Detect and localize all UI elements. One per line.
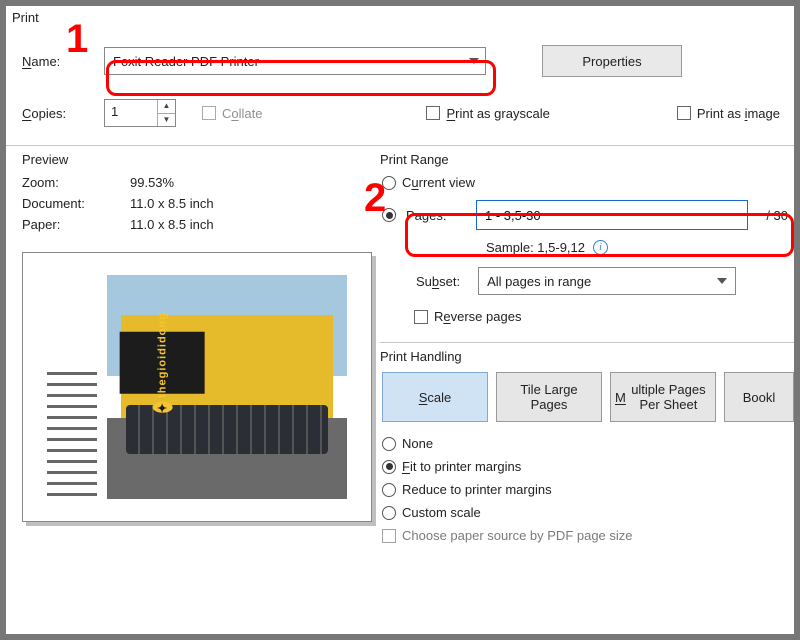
copies-down-icon[interactable]: ▼ (158, 114, 175, 127)
scale-reduce-radio[interactable]: Reduce to printer margins (382, 482, 794, 497)
grayscale-checkbox[interactable]: Print as grayscale Print as grayscale (426, 106, 549, 121)
brand-sign: ✦thegioididong (120, 331, 205, 393)
scale-custom-radio[interactable]: Custom scale (382, 505, 794, 520)
tab-scale[interactable]: ScaleScale (382, 372, 488, 422)
print-as-image-checkbox[interactable]: Print as image Print as image (677, 106, 780, 121)
paper-source-checkbox[interactable]: Choose paper source by PDF page size (382, 528, 794, 543)
print-preview: ✦thegioididong (22, 252, 372, 522)
tab-tile[interactable]: Tile Large Pages (496, 372, 602, 422)
info-icon[interactable]: i (593, 240, 608, 255)
preview-title: Preview (22, 152, 372, 167)
printer-select-value: Foxit Reader PDF Printer (113, 54, 259, 69)
document-value: 11.0 x 8.5 inch (130, 196, 214, 211)
collate-checkbox: Collate Collate (202, 106, 262, 121)
scale-fit-radio[interactable]: Fit to printer margins Fit to printer ma… (382, 459, 794, 474)
print-handling-title: Print Handling (380, 349, 794, 364)
callout-number-2: 2 (364, 178, 386, 218)
radio-icon (382, 437, 396, 451)
subset-select[interactable]: All pages in range (478, 267, 736, 295)
reverse-pages-checkbox[interactable]: Reverse pages Reverse pages (414, 309, 794, 324)
checkbox-icon (202, 106, 216, 120)
copies-up-icon[interactable]: ▲ (158, 100, 175, 114)
sample-text: Sample: 1,5-9,12 (486, 240, 585, 255)
printer-select[interactable]: Foxit Reader PDF Printer (104, 47, 486, 75)
current-view-radio[interactable]: Current view Current view (382, 175, 794, 190)
callout-number-1: 1 (66, 19, 88, 59)
print-range-title: Print Range (380, 152, 794, 167)
checkbox-icon (414, 310, 428, 324)
document-label: Document: (22, 196, 130, 211)
properties-button[interactable]: Properties (542, 45, 682, 77)
copies-value[interactable]: 1 (105, 100, 157, 126)
total-pages: / 30 (766, 208, 788, 223)
paper-value: 11.0 x 8.5 inch (130, 217, 214, 232)
paper-label: Paper: (22, 217, 130, 232)
radio-icon (382, 506, 396, 520)
scale-none-radio[interactable]: None (382, 436, 794, 451)
checkbox-icon (382, 529, 396, 543)
copies-label: Copies: (22, 106, 80, 121)
subset-label: Subset: (416, 274, 460, 289)
copies-input[interactable]: 1 ▲ ▼ (104, 99, 176, 127)
checkbox-icon (426, 106, 440, 120)
chevron-down-icon (469, 58, 479, 64)
zoom-value: 99.53% (130, 175, 174, 190)
pages-input[interactable]: 1 - 3,5-30 (476, 200, 748, 230)
chevron-down-icon (717, 278, 727, 284)
radio-icon (382, 460, 396, 474)
tab-multi[interactable]: Multiple Pages Per SheetMultiple Pages P… (610, 372, 716, 422)
window-title: Print (6, 6, 794, 27)
radio-icon (382, 483, 396, 497)
zoom-label: Zoom: (22, 175, 130, 190)
tab-booklet[interactable]: Bookl (724, 372, 794, 422)
checkbox-icon (677, 106, 691, 120)
